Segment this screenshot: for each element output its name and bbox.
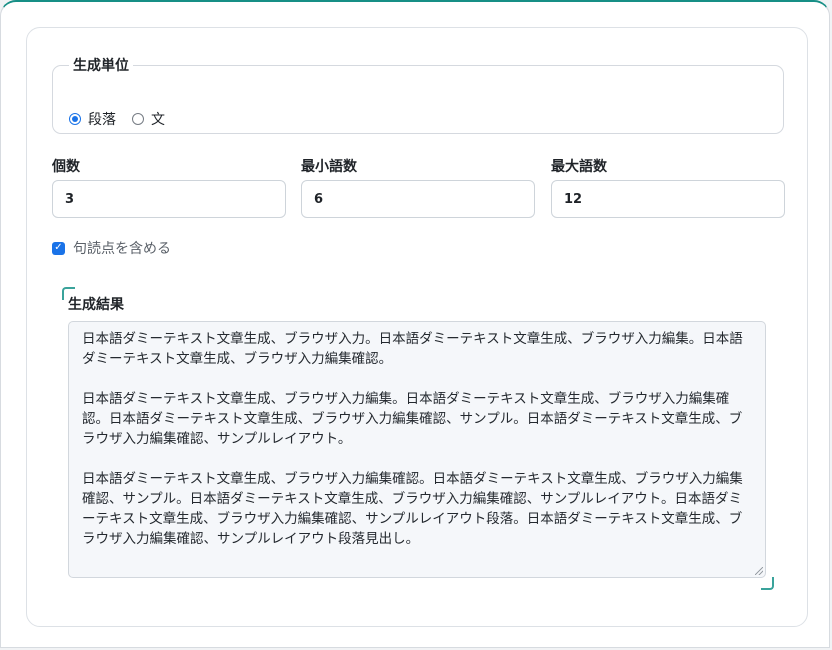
radio-sentence[interactable]: 文	[132, 109, 165, 129]
max-words-input[interactable]	[551, 180, 785, 218]
result-label: 生成結果	[68, 297, 124, 313]
count-label: 個数	[52, 159, 80, 175]
unit-radio-group: 段落 文	[69, 109, 181, 129]
focus-corner-bottom-right	[761, 577, 774, 590]
max-words-label: 最大語数	[551, 159, 607, 175]
app-window: 生成単位 段落 文 個数 最小語数 最大語数	[0, 0, 830, 648]
count-group: 個数	[52, 156, 286, 218]
punctuation-toggle[interactable]: ✓ 句読点を含める	[52, 238, 171, 258]
result-paragraph-1: 日本語ダミーテキスト文章生成、ブラウザ入力。日本語ダミーテキスト文章生成、ブラウ…	[82, 331, 743, 367]
min-words-input[interactable]	[301, 180, 535, 218]
punctuation-checkbox[interactable]: ✓	[52, 241, 65, 255]
unit-legend: 生成単位	[73, 58, 129, 74]
result-paragraph-3: 日本語ダミーテキスト文章生成、ブラウザ入力編集確認。日本語ダミーテキスト文章生成…	[82, 471, 743, 547]
radio-paragraph-label: 段落	[88, 112, 116, 128]
radio-sentence-indicator[interactable]	[132, 113, 144, 125]
result-textarea[interactable]: 日本語ダミーテキスト文章生成、ブラウザ入力。日本語ダミーテキスト文章生成、ブラウ…	[68, 321, 766, 578]
count-input[interactable]	[52, 180, 286, 218]
max-words-group: 最大語数	[551, 156, 785, 218]
radio-paragraph-indicator[interactable]	[69, 113, 81, 125]
resize-handle-icon[interactable]	[755, 567, 763, 575]
min-words-group: 最小語数	[301, 156, 535, 218]
punctuation-label: 句読点を含める	[73, 241, 171, 257]
generator-card: 生成単位 段落 文 個数 最小語数 最大語数	[26, 27, 808, 627]
result-paragraph-2: 日本語ダミーテキスト文章生成、ブラウザ入力編集。日本語ダミーテキスト文章生成、ブ…	[82, 391, 743, 447]
min-words-label: 最小語数	[301, 159, 357, 175]
unit-fieldset: 生成単位 段落 文	[52, 55, 784, 134]
radio-paragraph[interactable]: 段落	[69, 109, 116, 129]
radio-sentence-label: 文	[151, 112, 165, 128]
